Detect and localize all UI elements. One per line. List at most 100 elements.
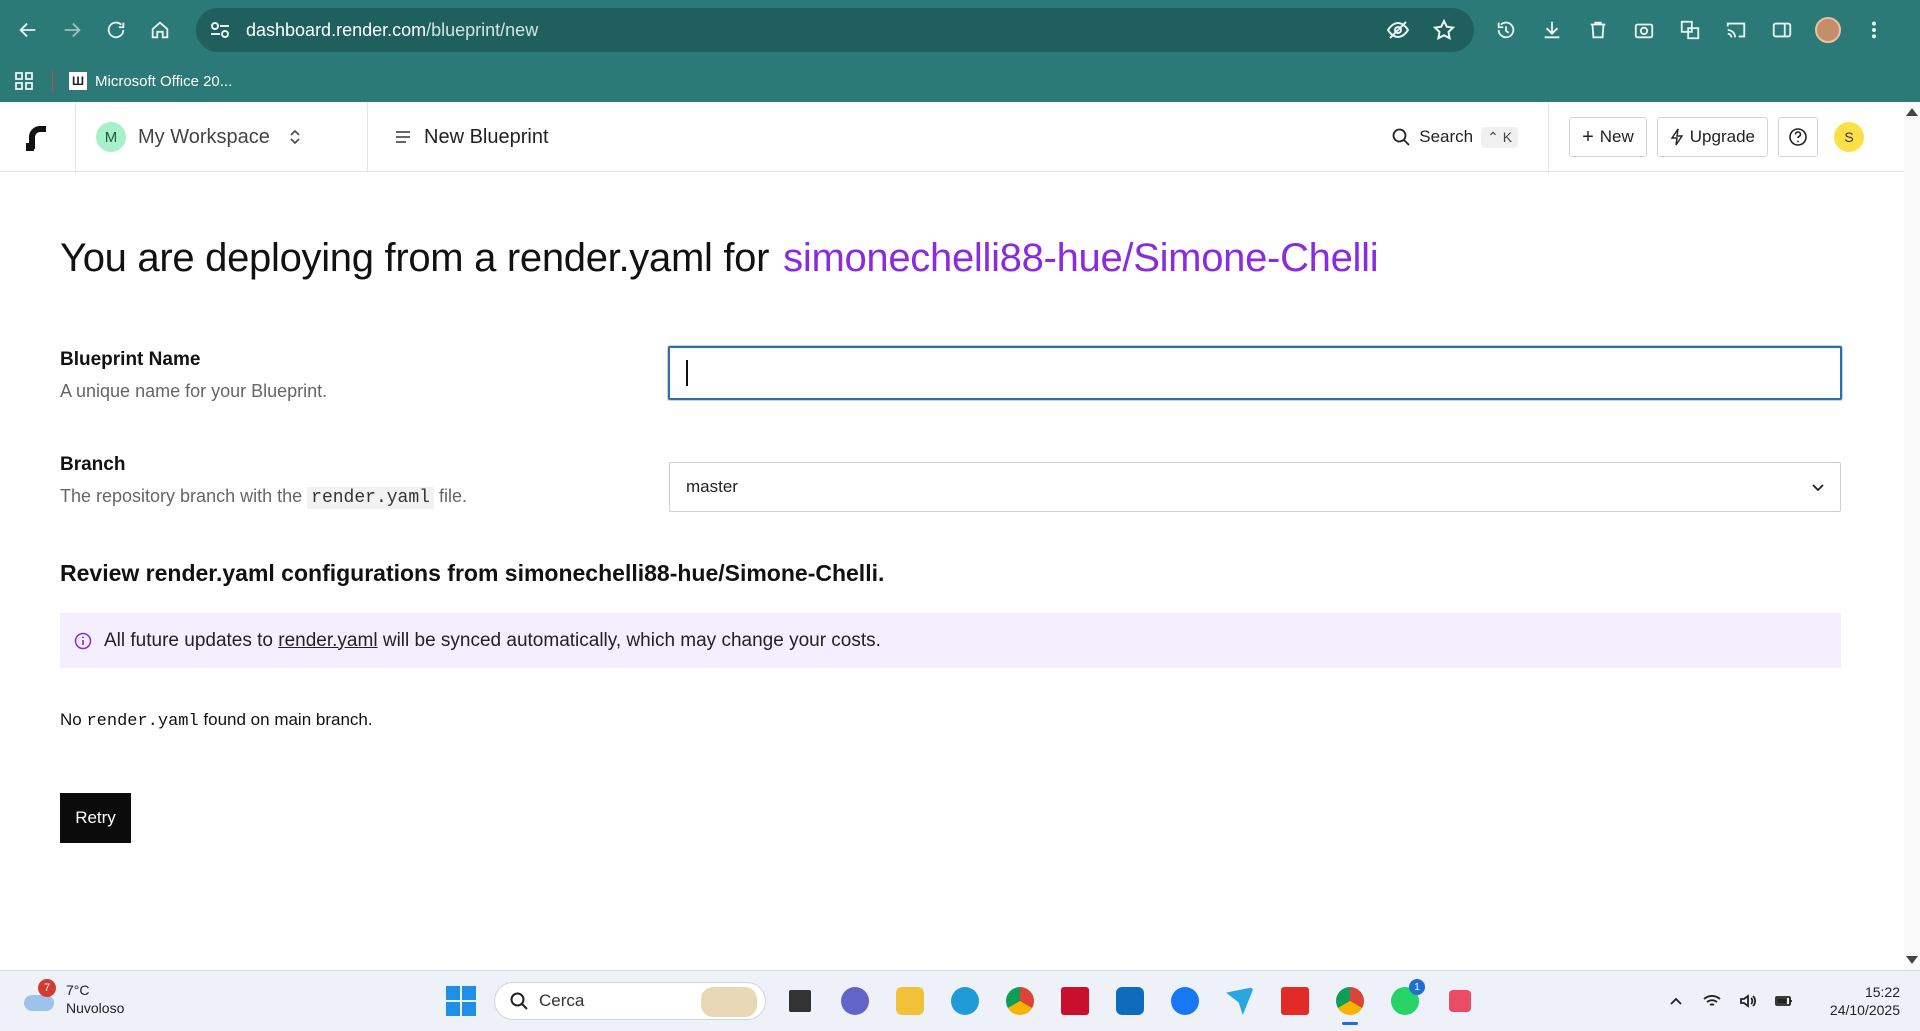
back-button[interactable]: [8, 10, 48, 50]
taskbar-app-outlook[interactable]: [1108, 979, 1152, 1023]
forward-button[interactable]: [52, 10, 92, 50]
search-button[interactable]: Search ⌃ K: [1391, 126, 1519, 148]
active-indicator: [1342, 1022, 1358, 1025]
translate-button[interactable]: [1674, 10, 1706, 50]
branch-selected-value: master: [686, 477, 738, 496]
screenshot-button[interactable]: [1628, 10, 1660, 50]
edge-icon: [951, 987, 979, 1015]
blueprint-name-help: A unique name for your Blueprint.: [60, 381, 328, 401]
scroll-down-arrow[interactable]: [1906, 956, 1918, 964]
battery-icon[interactable]: [1774, 991, 1794, 1011]
search-icon: [510, 992, 528, 1010]
chrome-profile-icon: [1336, 987, 1364, 1015]
taskbar-app-pdf[interactable]: [1273, 979, 1317, 1023]
workspace-avatar: M: [96, 122, 126, 152]
translate-icon: [1680, 20, 1700, 40]
taskbar-app-teams[interactable]: [833, 979, 877, 1023]
branch-help-before: The repository branch with the: [60, 486, 303, 506]
history-button[interactable]: [1490, 10, 1522, 50]
cast-button[interactable]: [1720, 10, 1752, 50]
text-cursor: [686, 360, 688, 386]
taskbar-app-unicredit[interactable]: [1053, 979, 1097, 1023]
new-button[interactable]: + New: [1569, 117, 1647, 157]
unicredit-icon: [1061, 987, 1089, 1015]
volume-icon[interactable]: [1738, 991, 1758, 1011]
user-avatar[interactable]: S: [1834, 122, 1864, 152]
blueprint-name-field: Blueprint Name A unique name for your Bl…: [60, 349, 327, 402]
taskbar-app-chrome-profile[interactable]: [1328, 979, 1372, 1025]
notice-before: All future updates to: [104, 629, 273, 651]
arrow-app-icon: [1226, 987, 1254, 1015]
apps-grid-icon[interactable]: [14, 71, 34, 91]
menu-button[interactable]: [1858, 10, 1890, 50]
bookmark-item[interactable]: Ш Microsoft Office 20...: [69, 72, 232, 90]
taskbar-app-explorer[interactable]: [888, 979, 932, 1023]
help-button[interactable]: [1778, 117, 1818, 157]
profile-button[interactable]: [1812, 10, 1844, 50]
windows-start-icon[interactable]: [446, 986, 476, 1016]
repo-name[interactable]: simonechelli88-hue/Simone-Chelli: [783, 236, 1378, 280]
taskbar-app-facebook[interactable]: [1163, 979, 1207, 1023]
url-path: /blueprint/new: [426, 19, 539, 40]
workspace-switcher[interactable]: M My Workspace: [76, 102, 368, 172]
chevron-up-icon[interactable]: [1666, 991, 1686, 1011]
arrow-left-icon: [19, 22, 36, 38]
weather-widget[interactable]: 7 7°C Nuvoloso: [22, 979, 124, 1017]
address-bar[interactable]: dashboard.render.com/blueprint/new: [196, 8, 1474, 52]
notice-text: All future updates to render.yaml will b…: [104, 630, 881, 652]
star-icon[interactable]: [1432, 18, 1456, 42]
render-yaml-link[interactable]: render.yaml: [278, 630, 377, 651]
site-settings-icon[interactable]: [208, 18, 232, 42]
blueprint-name-input[interactable]: [668, 346, 1842, 400]
sync-notice: All future updates to render.yaml will b…: [60, 613, 1841, 668]
upgrade-button[interactable]: Upgrade: [1656, 117, 1768, 157]
status-code: render.yaml: [86, 712, 199, 731]
retry-button[interactable]: Retry: [60, 793, 131, 843]
branch-select[interactable]: master: [669, 462, 1841, 512]
more-vertical-icon: [1871, 21, 1877, 39]
search-shortcut: ⌃ K: [1481, 126, 1519, 148]
taskbar-app-taskview[interactable]: [778, 979, 822, 1023]
outlook-icon: [1116, 987, 1144, 1015]
notice-after: will be synced automatically, which may …: [382, 629, 881, 651]
profile-avatar: [1815, 17, 1841, 43]
taskbar-app-snipping[interactable]: [1438, 979, 1482, 1023]
cloud-icon: 7: [22, 979, 56, 1011]
workspace-name: My Workspace: [138, 125, 270, 148]
teams-icon: [841, 987, 869, 1015]
pdf-icon: [1281, 987, 1309, 1015]
list-icon: [396, 131, 410, 143]
delete-button[interactable]: [1582, 10, 1614, 50]
taskbar-app-whatsapp[interactable]: 1: [1383, 979, 1427, 1023]
task-view-icon: [789, 990, 811, 1012]
blueprint-name-label: Blueprint Name: [60, 349, 201, 370]
page-headline: You are deploying from a render.yaml for…: [60, 236, 1379, 281]
clock-date: 24/10/2025: [1829, 1002, 1900, 1018]
upgrade-label: Upgrade: [1689, 127, 1755, 146]
page-scrollbar[interactable]: [1904, 102, 1920, 970]
snipping-tool-icon: [1449, 990, 1471, 1012]
facebook-icon: [1171, 987, 1199, 1015]
wifi-icon[interactable]: [1702, 991, 1722, 1011]
taskbar: 7 7°C Nuvoloso Cerca 1 15:22 24/10/2025: [0, 970, 1920, 1031]
render-logo-icon: [25, 126, 46, 151]
eye-off-icon[interactable]: [1386, 18, 1410, 42]
taskbar-app-ticktick[interactable]: [1218, 979, 1262, 1023]
bookmark-label: Microsoft Office 20...: [95, 72, 233, 90]
home-button[interactable]: [140, 10, 180, 50]
taskbar-app-edge[interactable]: [943, 979, 987, 1023]
reload-button[interactable]: [96, 10, 136, 50]
render-logo[interactable]: [0, 102, 76, 172]
info-icon: [74, 632, 92, 649]
side-panel-button[interactable]: [1766, 10, 1798, 50]
camera-icon: [1634, 23, 1654, 39]
scroll-up-arrow[interactable]: [1906, 108, 1918, 116]
clock[interactable]: 15:22 24/10/2025: [1830, 983, 1900, 1019]
temperature: 7°C: [66, 982, 90, 998]
clock-time: 15:22: [1864, 984, 1900, 1000]
history-icon: [1497, 21, 1515, 39]
review-heading: Review render.yaml configurations from s…: [60, 560, 885, 586]
taskbar-app-chrome[interactable]: [998, 979, 1042, 1023]
taskbar-search[interactable]: Cerca: [494, 982, 766, 1020]
downloads-button[interactable]: [1536, 10, 1568, 50]
